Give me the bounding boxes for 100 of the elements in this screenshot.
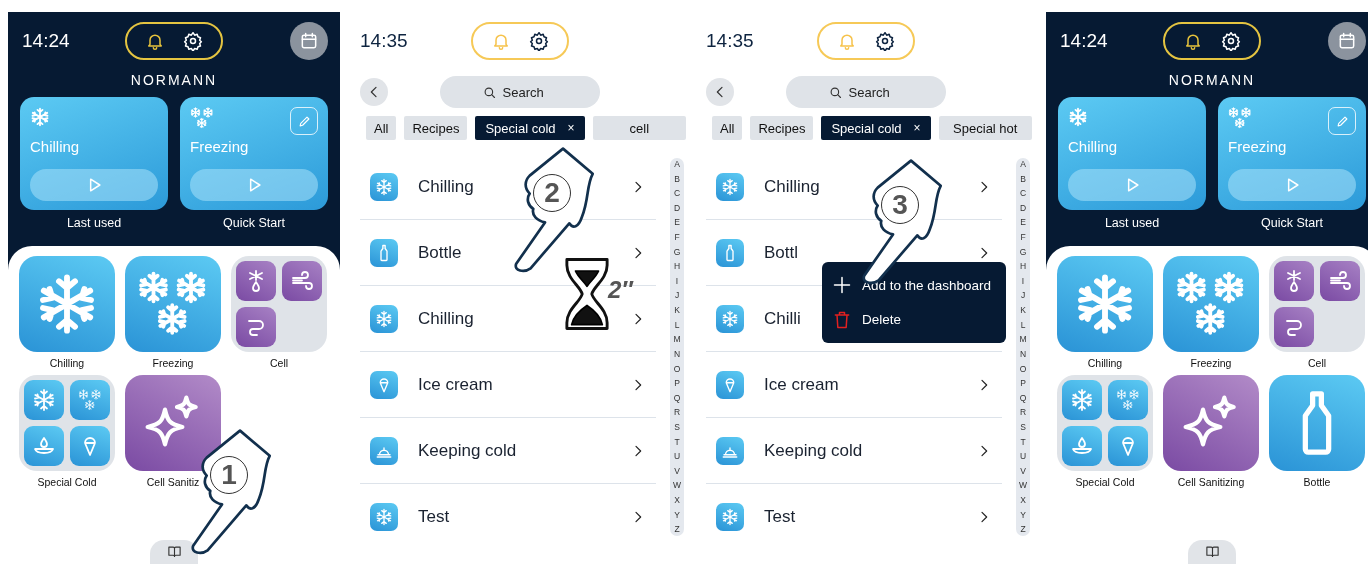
filter-chip[interactable]: All — [712, 116, 743, 140]
settings-icon[interactable] — [529, 31, 549, 51]
index-letter[interactable]: F — [1020, 233, 1026, 242]
filter-chip[interactable]: cell — [592, 116, 686, 140]
index-letter[interactable]: M — [1019, 335, 1027, 344]
app-tile[interactable] — [1163, 375, 1259, 471]
list-item-label[interactable]: Ice cream — [418, 374, 493, 394]
list-item-label[interactable]: Keeping cold — [764, 440, 863, 460]
index-letter[interactable]: N — [1019, 349, 1027, 359]
filter-chip[interactable]: All — [366, 116, 397, 140]
index-letter[interactable]: I — [675, 276, 679, 286]
index-letter[interactable]: U — [673, 452, 681, 461]
list-item-label[interactable]: Chilling — [764, 176, 820, 196]
index-letter[interactable]: T — [1020, 437, 1026, 447]
index-letter[interactable]: B — [674, 174, 680, 184]
index-letter[interactable]: K — [674, 306, 680, 315]
calendar-button[interactable] — [290, 22, 328, 60]
index-letter[interactable]: D — [1019, 203, 1027, 213]
calendar-icon — [299, 31, 319, 51]
list-item-label[interactable]: Ice cream — [764, 374, 839, 394]
index-letter[interactable]: H — [673, 262, 681, 271]
filter-chip[interactable]: Recipes — [404, 116, 468, 140]
filter-chip[interactable]: Special cold × — [475, 116, 585, 140]
filter-chip[interactable]: Special hot — [938, 116, 1032, 140]
index-letter[interactable]: P — [1020, 379, 1026, 388]
manual-button[interactable] — [1188, 540, 1236, 564]
list-item-label[interactable]: Keeping cold — [418, 440, 517, 460]
index-letter[interactable]: P — [674, 379, 680, 388]
index-letter[interactable]: V — [1020, 466, 1026, 476]
folder-tile[interactable] — [1057, 375, 1153, 471]
index-letter[interactable]: M — [673, 335, 681, 344]
filter-chip[interactable]: Special cold × — [821, 116, 931, 140]
index-letter[interactable]: G — [1019, 247, 1027, 257]
index-letter[interactable]: T — [674, 437, 680, 447]
index-letter[interactable]: Y — [1020, 510, 1026, 520]
card-title: Chilling — [1068, 138, 1119, 155]
app-tile[interactable] — [1163, 256, 1259, 352]
folder-tile[interactable] — [19, 375, 115, 471]
index-letter[interactable]: W — [673, 481, 681, 490]
back-button[interactable] — [706, 78, 734, 106]
bell-icon[interactable] — [145, 31, 165, 51]
tile-label: Special Cold — [1075, 476, 1135, 488]
index-letter[interactable]: I — [1021, 276, 1025, 286]
list-item-label[interactable]: Test — [418, 507, 450, 526]
app-tile[interactable] — [125, 256, 221, 352]
index-letter[interactable]: S — [1020, 422, 1026, 432]
index-letter[interactable]: B — [1020, 174, 1026, 184]
index-letter[interactable]: Z — [674, 525, 680, 534]
index-letter[interactable]: X — [1020, 496, 1026, 505]
list-item-label[interactable]: Chilling — [418, 176, 474, 196]
filter-chip[interactable]: Recipes — [750, 116, 814, 140]
index-letter[interactable]: S — [674, 422, 680, 432]
index-letter[interactable]: W — [1019, 481, 1027, 490]
search-field[interactable]: Search — [786, 76, 946, 108]
index-letter[interactable]: O — [673, 364, 681, 374]
index-letter[interactable]: Q — [673, 393, 681, 403]
search-input[interactable]: Search — [500, 83, 559, 101]
index-letter[interactable]: N — [673, 349, 681, 359]
index-letter[interactable]: R — [1019, 408, 1027, 417]
index-letter[interactable]: Z — [1020, 525, 1026, 534]
list-item-label[interactable]: Test — [764, 507, 796, 526]
index-letter[interactable]: F — [674, 233, 680, 242]
index-letter[interactable]: J — [1020, 291, 1026, 300]
index-letter[interactable]: C — [1019, 189, 1027, 198]
bell-icon[interactable] — [1183, 31, 1203, 51]
list-item-label[interactable]: Bottl — [764, 242, 799, 262]
index-letter[interactable]: Q — [1019, 393, 1027, 403]
index-letter[interactable]: E — [1020, 218, 1026, 227]
search-field[interactable]: Search — [440, 76, 600, 108]
index-letter[interactable]: Y — [674, 510, 680, 520]
manual-button[interactable] — [150, 540, 198, 564]
index-letter[interactable]: D — [673, 203, 681, 213]
app-tile[interactable] — [1057, 256, 1153, 352]
index-letter[interactable]: K — [1020, 306, 1026, 315]
index-letter[interactable]: H — [1019, 262, 1027, 271]
list-item-label[interactable]: Chilling — [418, 308, 474, 328]
index-letter[interactable]: L — [674, 320, 680, 330]
app-tile[interactable] — [1269, 375, 1365, 471]
settings-icon[interactable] — [875, 31, 895, 51]
calendar-button[interactable] — [1328, 22, 1366, 60]
index-letter[interactable]: U — [1019, 452, 1027, 461]
app-tile[interactable] — [19, 256, 115, 352]
index-letter[interactable]: A — [674, 160, 680, 169]
index-letter[interactable]: X — [674, 496, 680, 505]
menu-item[interactable]: Delete — [832, 309, 996, 330]
index-letter[interactable]: R — [673, 408, 681, 417]
folder-tile[interactable] — [231, 256, 327, 352]
back-button[interactable] — [360, 78, 388, 106]
folder-tile[interactable] — [1269, 256, 1365, 352]
list-item-label[interactable]: Bottle — [418, 242, 462, 262]
index-letter[interactable]: G — [673, 247, 681, 257]
index-letter[interactable]: C — [673, 189, 681, 198]
list-item-label[interactable]: Chilli — [764, 308, 801, 328]
index-letter[interactable]: L — [1020, 320, 1026, 330]
index-letter[interactable]: J — [674, 291, 680, 300]
index-letter[interactable]: A — [1020, 160, 1026, 169]
index-letter[interactable]: O — [1019, 364, 1027, 374]
search-input[interactable]: Search — [846, 83, 905, 101]
index-letter[interactable]: E — [674, 218, 680, 227]
index-letter[interactable]: V — [674, 466, 680, 476]
